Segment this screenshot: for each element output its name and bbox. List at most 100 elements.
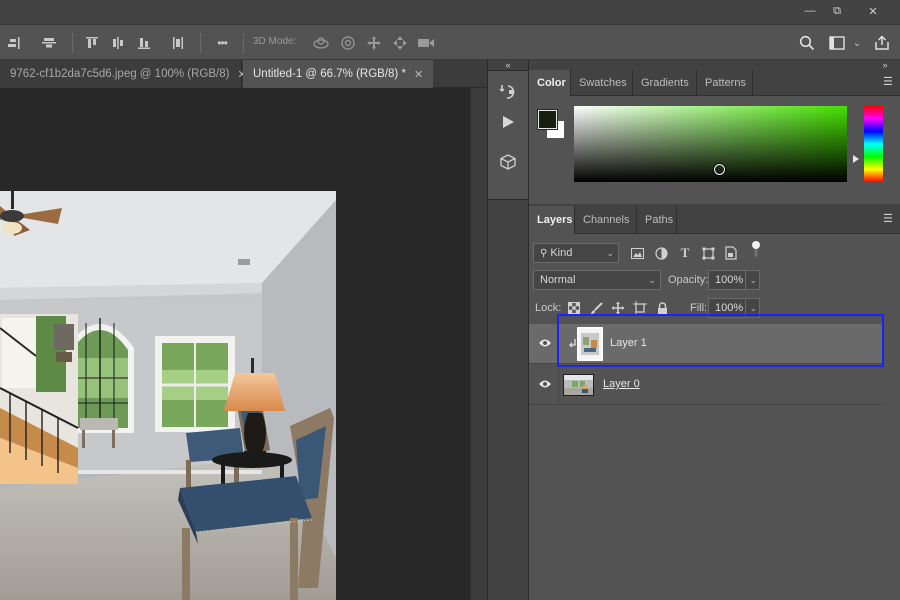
close-window-button[interactable]: ✕ <box>858 0 888 22</box>
layers-panel-tabs: Layers Channels Paths ☰ <box>529 206 900 234</box>
align-right-edges-icon[interactable] <box>4 25 24 61</box>
tab-document-untitled[interactable]: Untitled-1 @ 66.7% (RGB/8) * ✕ <box>243 60 433 88</box>
align-vertical-centers-icon[interactable] <box>38 25 60 61</box>
lock-transparent-pixels-icon[interactable] <box>566 300 582 316</box>
tab-channels[interactable]: Channels <box>575 206 637 234</box>
restore-button[interactable]: ⧉ <box>822 0 852 22</box>
opacity-value: 100% <box>715 274 744 286</box>
collapse-panels-button[interactable]: » <box>870 60 900 70</box>
lock-image-pixels-icon[interactable] <box>588 300 604 316</box>
document-image <box>0 191 336 600</box>
panel-menu-icon[interactable]: ☰ <box>883 76 894 88</box>
tab-label: 9762-cf1b2da7c5d6.jpeg @ 100% (RGB/8) <box>10 68 230 80</box>
layer-filter-kind-select[interactable]: ⚲ Kind ⌄ <box>533 243 619 263</box>
tab-color[interactable]: Color <box>529 70 571 96</box>
color-panel-tabs: Color Swatches Gradients Patterns ☰ <box>529 70 900 96</box>
color-picker-cursor[interactable] <box>714 164 725 175</box>
lock-artboard-icon[interactable] <box>632 300 648 316</box>
layer-thumbnail <box>577 327 603 361</box>
hue-slider-marker[interactable] <box>853 155 859 163</box>
align-horizontal-centers-icon[interactable] <box>108 25 128 61</box>
document-tab-bar: 9762-cf1b2da7c5d6.jpeg @ 100% (RGB/8) ✕ … <box>0 60 487 88</box>
search-icon: ⚲ <box>540 248 548 259</box>
fill-input[interactable]: 100% ⌄ <box>708 298 760 318</box>
filter-kind-value: Kind <box>550 247 573 259</box>
hue-slider[interactable] <box>864 106 883 182</box>
lock-position-icon[interactable] <box>610 300 626 316</box>
clipping-mask-icon <box>569 338 577 350</box>
chevron-down-icon[interactable]: ⌄ <box>745 271 757 289</box>
more-options-button[interactable]: ••• <box>210 25 234 61</box>
image-filter-icon[interactable] <box>629 245 645 261</box>
chevron-down-icon: ⌄ <box>606 248 614 258</box>
blend-mode-value: Normal <box>540 274 576 286</box>
double-chevron-icon: « <box>505 60 511 70</box>
adjustment-filter-icon[interactable] <box>653 245 669 261</box>
pan-3d-icon[interactable] <box>363 25 385 61</box>
tab-label: Untitled-1 @ 66.7% (RGB/8) * <box>253 68 406 80</box>
separator <box>243 33 244 53</box>
tab-document-jpeg[interactable]: 9762-cf1b2da7c5d6.jpeg @ 100% (RGB/8) ✕ <box>0 60 247 88</box>
tab-paths[interactable]: Paths <box>637 206 677 234</box>
fill-value: 100% <box>715 302 744 314</box>
close-icon: ✕ <box>868 5 878 18</box>
shape-filter-icon[interactable] <box>700 245 716 261</box>
more-icon: ••• <box>217 36 228 50</box>
canvas-area[interactable] <box>0 88 470 600</box>
chevron-down-icon[interactable]: ⌄ <box>850 25 864 61</box>
canvas-vertical-scrollbar[interactable] <box>470 88 487 600</box>
lock-all-icon[interactable] <box>654 300 670 316</box>
share-icon[interactable] <box>871 25 893 61</box>
close-icon[interactable]: ✕ <box>414 68 423 81</box>
separator <box>72 33 73 53</box>
smart-object-filter-icon[interactable] <box>723 245 739 261</box>
actions-play-button[interactable] <box>490 108 526 136</box>
opacity-label: Opacity: <box>668 274 709 286</box>
title-bar: — ⧉ ✕ <box>0 0 900 24</box>
fill-label: Fill: <box>690 302 708 314</box>
3d-mode-label: 3D Mode: <box>253 36 297 47</box>
minimize-button[interactable]: — <box>795 0 825 22</box>
right-panels: » Color Swatches Gradients Patterns ☰ La… <box>529 60 900 600</box>
layer-name[interactable]: Layer 0 <box>603 378 640 390</box>
orbit-3d-icon[interactable] <box>310 25 332 61</box>
collapse-dock-button[interactable]: « <box>488 60 528 70</box>
tab-layers[interactable]: Layers <box>529 206 575 234</box>
restore-icon: ⧉ <box>833 4 841 17</box>
type-filter-icon[interactable]: T <box>677 245 693 261</box>
align-bottom-edges-icon[interactable] <box>134 25 154 61</box>
eye-icon[interactable] <box>538 378 552 392</box>
color-panel: Color Swatches Gradients Patterns ☰ <box>529 70 900 204</box>
panel-dock-column: « <box>487 60 529 600</box>
roll-3d-icon[interactable] <box>337 25 359 61</box>
options-bar: ••• 3D Mode: ⌄ <box>0 24 900 60</box>
layer-row-layer-0[interactable]: Layer 0 <box>529 365 882 405</box>
chevron-down-icon[interactable]: ⌄ <box>745 299 757 317</box>
eye-icon[interactable] <box>538 337 552 351</box>
layer-row-layer-1[interactable]: Layer 1 <box>529 324 882 364</box>
foreground-color-swatch[interactable] <box>537 109 558 130</box>
double-chevron-icon: » <box>882 60 888 70</box>
slide-3d-icon[interactable] <box>389 25 411 61</box>
saturation-brightness-field[interactable] <box>574 106 847 182</box>
filter-toggle-icon[interactable] <box>748 241 764 257</box>
layers-panel: Layers Channels Paths ☰ ⚲ Kind ⌄ T Normal <box>529 206 900 600</box>
distribute-icon[interactable] <box>168 25 188 61</box>
blend-mode-select[interactable]: Normal ⌄ <box>533 270 661 290</box>
layer-name[interactable]: Layer 1 <box>610 337 647 349</box>
chevron-down-icon: ⌄ <box>648 275 656 285</box>
opacity-input[interactable]: 100% ⌄ <box>708 270 760 290</box>
search-icon[interactable] <box>796 25 818 61</box>
video-camera-3d-icon[interactable] <box>415 25 437 61</box>
history-panel-button[interactable] <box>490 78 526 106</box>
minimize-icon: — <box>804 5 816 17</box>
align-top-edges-icon[interactable] <box>82 25 102 61</box>
tab-patterns[interactable]: Patterns <box>697 70 753 96</box>
3d-panel-button[interactable] <box>490 148 526 176</box>
workspace-icon[interactable] <box>826 25 848 61</box>
tab-gradients[interactable]: Gradients <box>633 70 697 96</box>
tab-swatches[interactable]: Swatches <box>571 70 633 96</box>
lock-label: Lock: <box>535 302 562 314</box>
panel-menu-icon[interactable]: ☰ <box>883 213 894 225</box>
layer-thumbnail <box>563 374 594 396</box>
